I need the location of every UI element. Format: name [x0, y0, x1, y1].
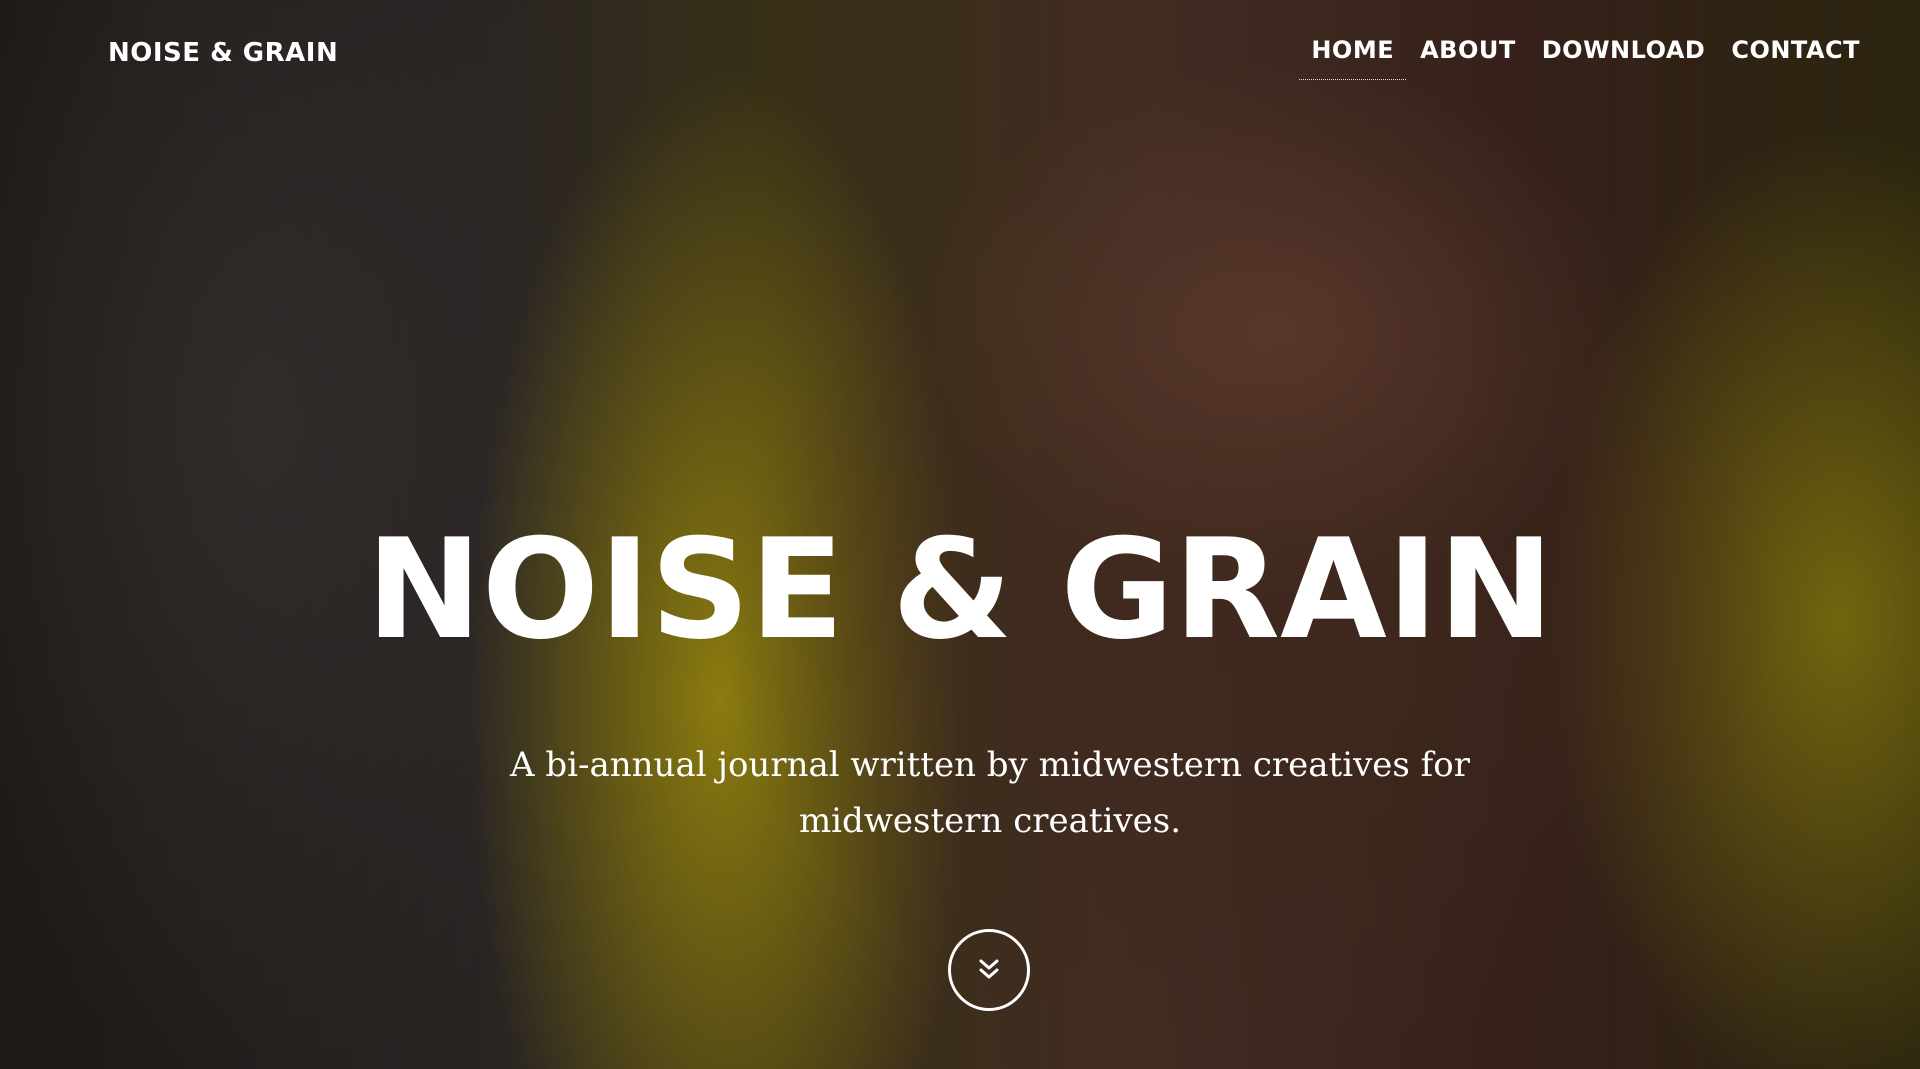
- nav-download[interactable]: DOWNLOAD: [1542, 36, 1706, 80]
- nav-home[interactable]: HOME: [1299, 36, 1406, 80]
- nav-contact[interactable]: CONTACT: [1731, 36, 1860, 80]
- hero-section: NOISE & GRAIN HOME ABOUT DOWNLOAD CONTAC…: [0, 0, 1920, 1069]
- brand-logo-link[interactable]: NOISE & GRAIN: [108, 38, 338, 68]
- hero-title: NOISE & GRAIN: [366, 509, 1554, 670]
- hero-tagline: A bi-annual journal written by midwester…: [510, 745, 1470, 841]
- nav-about[interactable]: ABOUT: [1420, 36, 1516, 80]
- double-chevron-down-icon: [979, 959, 999, 979]
- main-nav: HOME ABOUT DOWNLOAD CONTACT: [1299, 36, 1860, 80]
- scroll-down-button[interactable]: [948, 929, 1030, 1011]
